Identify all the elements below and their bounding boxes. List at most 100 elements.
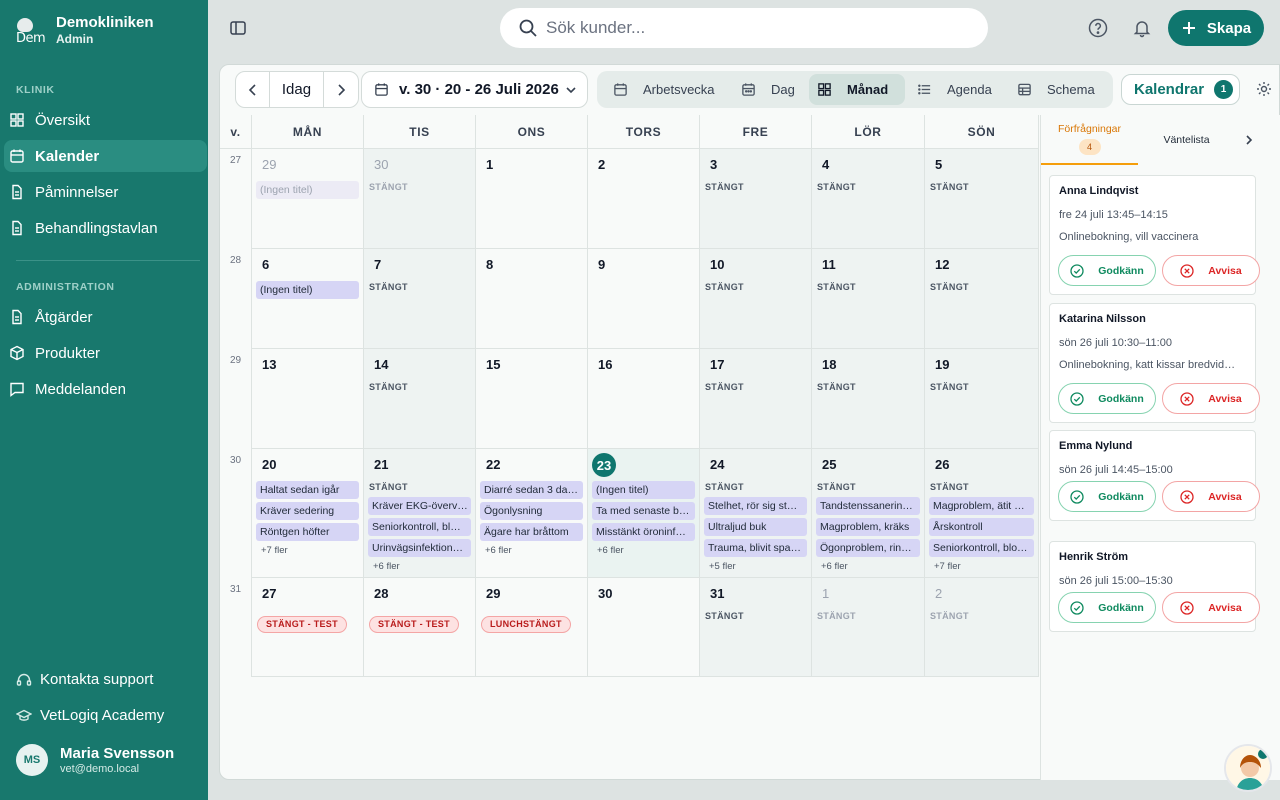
- sidebar-item-behandlingstavlan[interactable]: Behandlingstavlan: [4, 212, 207, 244]
- day-cell[interactable]: 26 STÄNGT Magproblem, ätit … Årskontroll Sen…: [925, 449, 1039, 578]
- day-cell[interactable]: 29 (Ingen titel): [252, 149, 364, 249]
- day-cell[interactable]: 30: [588, 578, 700, 677]
- tab-forfragningar[interactable]: Förfrågningar 4: [1041, 115, 1138, 165]
- view-schema[interactable]: Schema: [1009, 74, 1109, 105]
- calendar-event[interactable]: Magproblem, kräks: [816, 518, 920, 536]
- day-cell[interactable]: 29 LUNCHSTÄNGT: [476, 578, 588, 677]
- approve-button[interactable]: Godkänn: [1058, 592, 1156, 623]
- reject-button[interactable]: Avvisa: [1162, 255, 1260, 286]
- calendar-event[interactable]: (Ingen titel): [256, 181, 359, 199]
- sidebar-item-kalender[interactable]: Kalender: [4, 140, 207, 172]
- day-cell[interactable]: 30 STÄNGT: [364, 149, 476, 249]
- booking-request-card[interactable]: Katarina Nilsson sön 26 juli 10:30–11:00 O…: [1049, 303, 1260, 423]
- day-cell[interactable]: 4 STÄNGT: [812, 149, 925, 249]
- day-cell[interactable]: 23 (Ingen titel) Ta med senaste b… Misstänk…: [588, 449, 700, 578]
- day-cell[interactable]: 7 STÄNGT: [364, 249, 476, 349]
- day-cell[interactable]: 12 STÄNGT: [925, 249, 1039, 349]
- view-dag[interactable]: Dag: [733, 74, 803, 105]
- calendar-event[interactable]: (Ingen titel): [592, 481, 695, 499]
- more-events-link[interactable]: +6 fler: [485, 545, 512, 556]
- day-cell[interactable]: 11 STÄNGT: [812, 249, 925, 349]
- view-agenda[interactable]: Agenda: [909, 74, 999, 105]
- more-events-link[interactable]: +7 fler: [261, 545, 288, 556]
- view-arbetsvecka[interactable]: Arbetsvecka: [605, 74, 725, 105]
- approve-button[interactable]: Godkänn: [1058, 481, 1156, 512]
- booking-request-card[interactable]: Henrik Ström sön 26 juli 15:00–15:30 Godkä…: [1049, 541, 1260, 632]
- calendar-event[interactable]: Ta med senaste b…: [592, 502, 695, 520]
- reject-button[interactable]: Avvisa: [1162, 481, 1260, 512]
- booking-request-card[interactable]: Anna Lindqvist fre 24 juli 13:45–14:15 Onl…: [1049, 175, 1260, 295]
- day-cell[interactable]: 21 STÄNGT Kräver EKG-överv… Seniorkontroll,…: [364, 449, 476, 578]
- day-cell[interactable]: 27 STÄNGT - TEST: [252, 578, 364, 677]
- brand[interactable]: Dem Demokliniken Admin: [16, 14, 154, 47]
- settings-gear-icon[interactable]: [1256, 81, 1272, 97]
- closure-badge[interactable]: STÄNGT - TEST: [257, 616, 347, 633]
- more-events-link[interactable]: +6 fler: [821, 561, 848, 572]
- approve-button[interactable]: Godkänn: [1058, 255, 1156, 286]
- create-button[interactable]: Skapa: [1168, 10, 1264, 46]
- tab-vantelista[interactable]: Väntelista: [1138, 115, 1235, 165]
- more-events-link[interactable]: +6 fler: [597, 545, 624, 556]
- day-cell[interactable]: 5 STÄNGT: [925, 149, 1039, 249]
- view-manad[interactable]: Månad: [809, 74, 905, 105]
- calendar-event[interactable]: Ultraljud buk: [704, 518, 807, 536]
- day-cell[interactable]: 24 STÄNGT Stelhet, rör sig st… Ultraljud bu…: [700, 449, 812, 578]
- day-cell[interactable]: 20 Haltat sedan igår Kräver sedering Röntge…: [252, 449, 364, 578]
- more-events-link[interactable]: +5 fler: [709, 561, 736, 572]
- date-range-picker[interactable]: v. 30 · 20 - 26 Juli 2026: [361, 71, 588, 108]
- calendar-event[interactable]: Misstänkt öroninf…: [592, 523, 695, 541]
- day-cell[interactable]: 2 STÄNGT: [925, 578, 1039, 677]
- day-cell[interactable]: 1 STÄNGT: [812, 578, 925, 677]
- calendar-event[interactable]: Årskontroll: [929, 518, 1034, 536]
- sidebar-toggle-icon[interactable]: [228, 18, 248, 38]
- closure-badge[interactable]: LUNCHSTÄNGT: [481, 616, 571, 633]
- calendar-event[interactable]: Kräver EKG-överv…: [368, 497, 471, 515]
- booking-request-card[interactable]: Emma Nylund sön 26 juli 14:45–15:00 Godkän…: [1049, 430, 1260, 521]
- day-cell[interactable]: 31 STÄNGT: [700, 578, 812, 677]
- day-cell[interactable]: 14 STÄNGT: [364, 349, 476, 449]
- academy-link[interactable]: VetLogiq Academy: [16, 707, 164, 724]
- user-profile[interactable]: MS Maria Svensson vet@demo.local: [16, 744, 174, 776]
- day-cell[interactable]: 9: [588, 249, 700, 349]
- sidebar-item-oversikt[interactable]: Översikt: [4, 104, 207, 136]
- day-cell[interactable]: 28 STÄNGT - TEST: [364, 578, 476, 677]
- day-cell[interactable]: 1: [476, 149, 588, 249]
- day-cell[interactable]: 10 STÄNGT: [700, 249, 812, 349]
- sidebar-item-meddelanden[interactable]: Meddelanden: [4, 373, 207, 405]
- calendar-event[interactable]: Ägare har bråttom: [480, 523, 583, 541]
- more-events-link[interactable]: +6 fler: [373, 561, 400, 572]
- closure-badge[interactable]: STÄNGT - TEST: [369, 616, 459, 633]
- day-cell[interactable]: 17 STÄNGT: [700, 349, 812, 449]
- sidebar-item-atgarder[interactable]: Åtgärder: [4, 301, 207, 333]
- calendar-event[interactable]: Magproblem, ätit …: [929, 497, 1034, 515]
- day-cell[interactable]: 3 STÄNGT: [700, 149, 812, 249]
- calendars-button[interactable]: Kalendrar 1: [1121, 74, 1240, 105]
- chevron-right-icon[interactable]: [1243, 134, 1255, 146]
- day-cell[interactable]: 16: [588, 349, 700, 449]
- day-cell[interactable]: 22 Diarré sedan 3 da… Ögonlysning Ägare har…: [476, 449, 588, 578]
- day-cell[interactable]: 19 STÄNGT: [925, 349, 1039, 449]
- day-cell[interactable]: 6 (Ingen titel): [252, 249, 364, 349]
- sidebar-item-paminnelser[interactable]: Påminnelser: [4, 176, 207, 208]
- day-cell[interactable]: 18 STÄNGT: [812, 349, 925, 449]
- calendar-event[interactable]: Trauma, blivit spa…: [704, 539, 807, 557]
- calendar-event[interactable]: Kräver sedering: [256, 502, 359, 520]
- day-cell[interactable]: 25 STÄNGT Tandstenssanerin… Magproblem, krä…: [812, 449, 925, 578]
- search-input[interactable]: Sök kunder...: [500, 8, 988, 48]
- today-button[interactable]: Idag: [270, 72, 324, 107]
- calendar-event[interactable]: (Ingen titel): [256, 281, 359, 299]
- bell-icon[interactable]: [1132, 18, 1152, 38]
- next-button[interactable]: [324, 72, 358, 107]
- approve-button[interactable]: Godkänn: [1058, 383, 1156, 414]
- day-cell[interactable]: 8: [476, 249, 588, 349]
- calendar-event[interactable]: Ögonlysning: [480, 502, 583, 520]
- more-events-link[interactable]: +7 fler: [934, 561, 961, 572]
- calendar-event[interactable]: Seniorkontroll, blo…: [929, 539, 1034, 557]
- sidebar-item-produkter[interactable]: Produkter: [4, 337, 207, 369]
- reject-button[interactable]: Avvisa: [1162, 592, 1260, 623]
- reject-button[interactable]: Avvisa: [1162, 383, 1260, 414]
- support-link[interactable]: Kontakta support: [16, 671, 153, 688]
- day-cell[interactable]: 13: [252, 349, 364, 449]
- calendar-event[interactable]: Seniorkontroll, bl…: [368, 518, 471, 536]
- help-icon[interactable]: [1088, 18, 1108, 38]
